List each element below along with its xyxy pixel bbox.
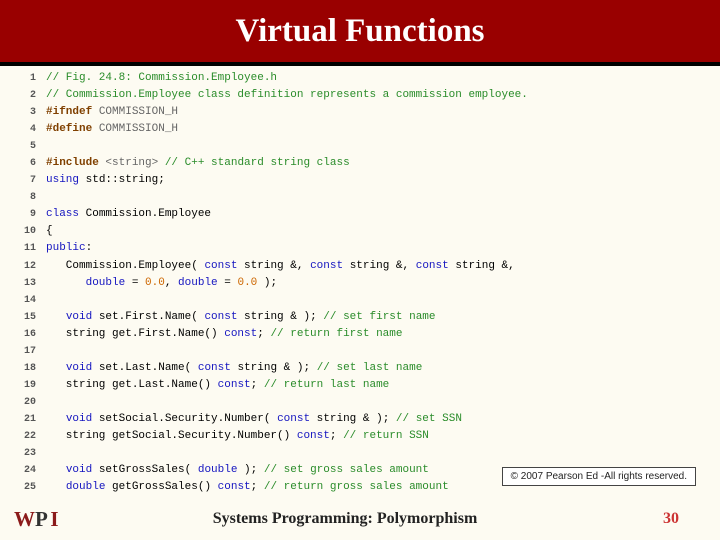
code-text: void setGrossSales( double ); // set gro…: [46, 462, 429, 479]
code-line: 8: [14, 189, 710, 206]
line-number: 25: [14, 480, 36, 496]
code-text: Commission.Employee( const string &, con…: [46, 258, 515, 275]
line-number: 24: [14, 463, 36, 479]
code-text: double getGrossSales() const; // return …: [46, 479, 449, 496]
code-text: using std::string;: [46, 172, 165, 189]
code-line: 2 // Commission.Employee class definition…: [14, 87, 710, 104]
slide-title: Virtual Functions: [235, 13, 484, 50]
line-number: 20: [14, 395, 36, 411]
code-line: 6 #include <string> // C++ standard strin…: [14, 155, 710, 172]
code-text: void set.Last.Name( const string & ); //…: [46, 360, 422, 377]
code-line: 19 string get.Last.Name() const; // retu…: [14, 377, 710, 394]
line-number: 14: [14, 293, 36, 309]
code-line: 12 Commission.Employee( const string &, …: [14, 258, 710, 275]
code-listing: 1 // Fig. 24.8: Commission.Employee.h 2 // …: [0, 66, 720, 500]
code-text: [46, 189, 53, 206]
code-line: 9 class Commission.Employee: [14, 206, 710, 223]
code-text: [46, 292, 53, 309]
line-number: 3: [14, 105, 36, 121]
line-number: 2: [14, 88, 36, 104]
code-text: [46, 343, 53, 360]
line-number: 9: [14, 207, 36, 223]
code-text: #define COMMISSION_H: [46, 121, 178, 138]
line-number: 10: [14, 224, 36, 240]
line-number: 15: [14, 310, 36, 326]
svg-text:P: P: [35, 507, 48, 531]
code-text: string get.First.Name() const; // return…: [46, 326, 402, 343]
line-number: 19: [14, 378, 36, 394]
title-bar: Virtual Functions: [0, 0, 720, 66]
code-line: 14: [14, 292, 710, 309]
line-number: 17: [14, 344, 36, 360]
code-line: 13 double = 0.0, double = 0.0 );: [14, 275, 710, 292]
line-number: 7: [14, 173, 36, 189]
code-line: 7 using std::string;: [14, 172, 710, 189]
line-number: 8: [14, 190, 36, 206]
code-text: #include <string> // C++ standard string…: [46, 155, 350, 172]
code-line: 5: [14, 138, 710, 155]
code-line: 15 void set.First.Name( const string & )…: [14, 309, 710, 326]
line-number: 23: [14, 446, 36, 462]
code-line: 3 #ifndef COMMISSION_H: [14, 104, 710, 121]
code-text: [46, 138, 53, 155]
code-line: 23: [14, 445, 710, 462]
line-number: 5: [14, 139, 36, 155]
line-number: 6: [14, 156, 36, 172]
code-line: 11 public:: [14, 240, 710, 257]
code-line: 21 void setSocial.Security.Number( const…: [14, 411, 710, 428]
code-text: {: [46, 223, 53, 240]
line-number: 11: [14, 241, 36, 257]
svg-text:W: W: [14, 507, 35, 531]
code-line: 16 string get.First.Name() const; // ret…: [14, 326, 710, 343]
code-text: string get.Last.Name() const; // return …: [46, 377, 389, 394]
line-number: 1: [14, 71, 36, 87]
line-number: 12: [14, 259, 36, 275]
code-text: // Commission.Employee class definition …: [46, 87, 528, 104]
page-number: 30: [636, 510, 706, 528]
copyright-notice: © 2007 Pearson Ed -All rights reserved.: [502, 467, 696, 486]
code-text: void setSocial.Security.Number( const st…: [46, 411, 462, 428]
code-text: void set.First.Name( const string & ); /…: [46, 309, 436, 326]
code-line: 18 void set.Last.Name( const string & );…: [14, 360, 710, 377]
code-line: 22 string getSocial.Security.Number() co…: [14, 428, 710, 445]
code-line: 17: [14, 343, 710, 360]
line-number: 13: [14, 276, 36, 292]
code-text: #ifndef COMMISSION_H: [46, 104, 178, 121]
code-text: string getSocial.Security.Number() const…: [46, 428, 429, 445]
code-line: 20: [14, 394, 710, 411]
code-line: 10 {: [14, 223, 710, 240]
code-text: [46, 394, 53, 411]
code-text: // Fig. 24.8: Commission.Employee.h: [46, 70, 277, 87]
code-text: class Commission.Employee: [46, 206, 211, 223]
footer: W P I Systems Programming: Polymorphism …: [0, 498, 720, 540]
line-number: 22: [14, 429, 36, 445]
line-number: 4: [14, 122, 36, 138]
code-line: 1 // Fig. 24.8: Commission.Employee.h: [14, 70, 710, 87]
line-number: 18: [14, 361, 36, 377]
code-text: [46, 445, 53, 462]
line-number: 21: [14, 412, 36, 428]
line-number: 16: [14, 327, 36, 343]
code-text: public:: [46, 240, 92, 257]
code-text: double = 0.0, double = 0.0 );: [46, 275, 277, 292]
footer-caption: Systems Programming: Polymorphism: [54, 510, 636, 528]
code-line: 4 #define COMMISSION_H: [14, 121, 710, 138]
